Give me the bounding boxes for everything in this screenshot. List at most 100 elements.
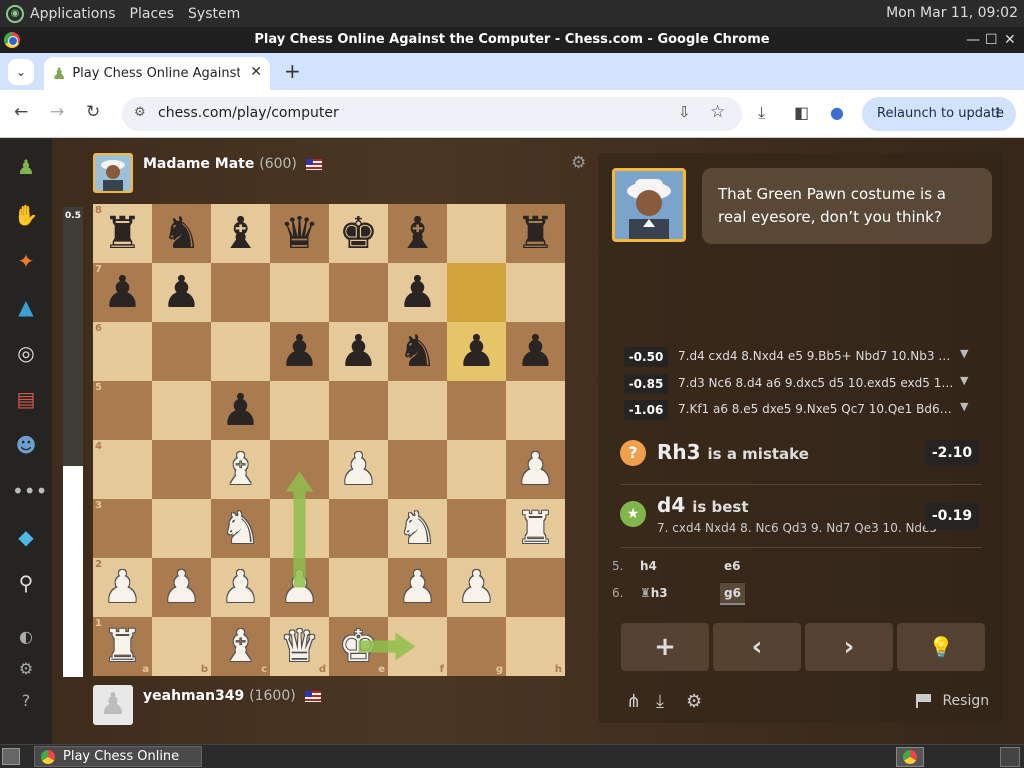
white-king-icon[interactable]: ♚ [329,617,388,676]
square-f6[interactable]: ♞ [388,322,447,381]
black-pawn-icon[interactable]: ♟ [93,263,152,322]
square-b7[interactable]: ♟ [152,263,211,322]
more-icon[interactable]: ••• [12,477,47,505]
os-menu-system[interactable]: System [188,6,240,22]
square-h3[interactable]: ♜ [506,499,565,558]
white-pawn-icon[interactable]: ♟ [152,558,211,617]
square-g6[interactable]: ♟ [447,322,506,381]
square-c1[interactable]: c ♝ [211,617,270,676]
white-bishop-icon[interactable]: ♝ [211,440,270,499]
square-e6[interactable]: ♟ [329,322,388,381]
coach-avatar[interactable] [612,168,686,242]
square-d3[interactable] [270,499,329,558]
settings-icon[interactable]: ⚙ [686,691,702,712]
hint-lightbulb-button[interactable]: 💡 [897,623,985,671]
black-knight-icon[interactable]: ♞ [152,204,211,263]
forward-icon[interactable]: → [50,102,64,122]
square-c6[interactable] [211,322,270,381]
square-d5[interactable] [270,381,329,440]
relaunch-button[interactable]: Relaunch to update ⋮ [862,97,1016,131]
menu-dots-icon[interactable]: ⋮ [991,97,1004,131]
square-a6[interactable]: 6 [93,322,152,381]
white-pawn-icon[interactable]: ♟ [211,558,270,617]
square-c8[interactable]: ♝ [211,204,270,263]
black-pawn-icon[interactable]: ♟ [329,322,388,381]
square-b5[interactable] [152,381,211,440]
square-e4[interactable]: ♟ [329,440,388,499]
square-g3[interactable] [447,499,506,558]
watch-icon[interactable]: ◎ [12,339,40,367]
os-menu-places[interactable]: Places [130,6,175,22]
os-logo-icon[interactable]: ◉ [6,4,24,23]
tab-close-icon[interactable]: ✕ [250,64,262,80]
tray-box-icon[interactable] [1000,747,1020,767]
square-d6[interactable]: ♟ [270,322,329,381]
square-a4[interactable]: 4 [93,440,152,499]
white-pawn-icon[interactable]: ♟ [388,558,447,617]
black-bishop-icon[interactable]: ♝ [388,204,447,263]
black-knight-icon[interactable]: ♞ [388,322,447,381]
white-pawn-icon[interactable]: ♟ [329,440,388,499]
square-d1[interactable]: d ♛ [270,617,329,676]
previous-move-button[interactable]: ‹ [713,623,801,671]
square-d7[interactable] [270,263,329,322]
square-f3[interactable]: ♞ [388,499,447,558]
engine-line[interactable]: -0.50 7.d4 cxd4 8.Nxd4 e5 9.Bb5+ Nbd7 10… [624,346,984,368]
white-move[interactable]: ♜h3 [640,586,668,600]
premium-diamond-icon[interactable]: ◆ [12,523,40,551]
tab-chess[interactable]: ♟ Play Chess Online Against the Computer… [44,57,270,90]
taskbar-chrome-item[interactable]: Play Chess Online A... [34,746,202,767]
tab-search-button[interactable]: ⌄ [8,59,34,85]
square-e8[interactable]: ♚ [329,204,388,263]
square-f8[interactable]: ♝ [388,204,447,263]
square-d2[interactable]: ♟ [270,558,329,617]
square-b3[interactable] [152,499,211,558]
engine-line[interactable]: -1.06 7.Kf1 a6 8.e5 dxe5 9.Nxe5 Qc7 10.Q… [624,399,984,421]
puzzles-icon[interactable]: ✦ [12,247,40,275]
square-f4[interactable] [388,440,447,499]
black-rook-icon[interactable]: ♜ [506,204,565,263]
square-f1[interactable]: f [388,617,447,676]
square-a3[interactable]: 3 [93,499,152,558]
square-c7[interactable] [211,263,270,322]
square-h6[interactable]: ♟ [506,322,565,381]
square-e3[interactable] [329,499,388,558]
bookmark-star-icon[interactable]: ☆ [710,102,725,122]
black-pawn-icon[interactable]: ♟ [152,263,211,322]
square-d4[interactable] [270,440,329,499]
show-desktop-button[interactable] [2,748,20,765]
square-c2[interactable]: ♟ [211,558,270,617]
white-knight-icon[interactable]: ♞ [388,499,447,558]
white-rook-icon[interactable]: ♜ [506,499,565,558]
square-c5[interactable]: ♟ [211,381,270,440]
white-queen-icon[interactable]: ♛ [270,617,329,676]
resign-button[interactable]: Resign [916,693,989,709]
minimize-icon[interactable]: — [966,27,980,53]
black-pawn-icon[interactable]: ♟ [270,322,329,381]
white-pawn-icon[interactable]: ♟ [447,558,506,617]
square-e1[interactable]: e ♚ [329,617,388,676]
site-info-icon[interactable]: ⚙ [134,105,146,120]
square-g1[interactable]: g [447,617,506,676]
square-b8[interactable]: ♞ [152,204,211,263]
black-pawn-icon[interactable]: ♟ [447,322,506,381]
social-icon[interactable]: ☻ [12,431,40,459]
settings-gear-icon[interactable]: ⚙ [12,655,40,683]
square-f2[interactable]: ♟ [388,558,447,617]
reload-icon[interactable]: ↻ [86,102,100,122]
square-g4[interactable] [447,440,506,499]
square-a7[interactable]: 7 ♟ [93,263,152,322]
white-move[interactable]: h4 [640,559,657,573]
install-app-icon[interactable]: ⇩ [678,103,691,121]
expand-caret-icon[interactable]: ▼ [960,347,968,360]
add-button[interactable]: + [621,623,709,671]
side-panel-icon[interactable]: ◧ [794,103,809,122]
square-f7[interactable]: ♟ [388,263,447,322]
os-menu-applications[interactable]: Applications [30,6,116,22]
opponent-name[interactable]: Madame Mate [143,156,254,172]
square-h8[interactable]: ♜ [506,204,565,263]
black-pawn-icon[interactable]: ♟ [211,381,270,440]
square-e7[interactable] [329,263,388,322]
square-g2[interactable]: ♟ [447,558,506,617]
white-rook-icon[interactable]: ♜ [93,617,152,676]
